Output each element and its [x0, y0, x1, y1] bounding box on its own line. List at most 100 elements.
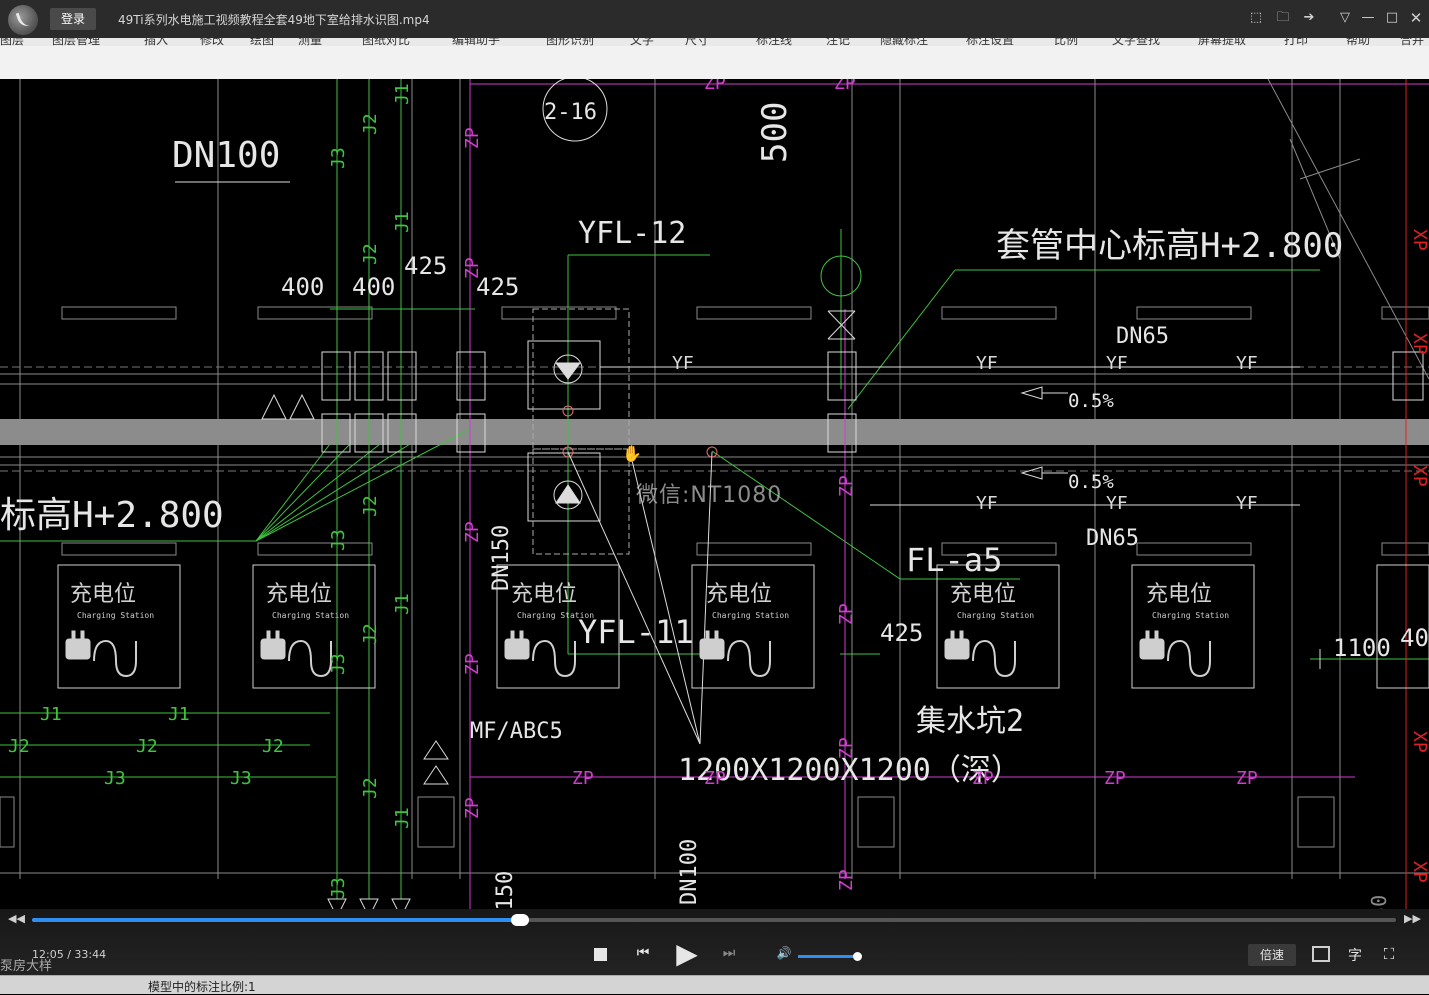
yfl-12-label: YFL-12 — [578, 216, 686, 251]
cad-menu-item[interactable]: 文字查找 — [1112, 38, 1160, 46]
cad-menu-item[interactable]: 帮助 — [1346, 38, 1370, 46]
pipe-code-j1: J1 — [168, 704, 190, 725]
pipe-code-xp: XP — [1409, 731, 1429, 753]
pipe-code-yf: YF — [1236, 353, 1258, 374]
cad-menu-item[interactable]: 修改 — [200, 38, 224, 46]
pipe-code-zp: ZP — [834, 79, 856, 94]
cad-drawing-canvas[interactable]: 充电位 Charging Station 充电位 Charging Statio… — [0, 79, 1429, 909]
dim-40-label: 40 — [1400, 624, 1429, 652]
slope-label: 0.5% — [1068, 471, 1114, 493]
previous-icon[interactable]: ⏮ — [634, 945, 652, 963]
cad-menu-item[interactable]: 图纸对比 — [362, 38, 410, 46]
cad-menu-item[interactable]: 标注线 — [756, 38, 792, 46]
close-icon[interactable]: ✕ — [1407, 9, 1425, 27]
cad-menu-item[interactable]: 打印 — [1284, 38, 1308, 46]
charging-label: 充电位 — [70, 582, 136, 607]
fullscreen-small-icon[interactable]: ⬚ — [1247, 9, 1265, 27]
speed-button[interactable]: 倍速 — [1248, 944, 1296, 966]
cad-menu-item[interactable]: 注记 — [826, 38, 850, 46]
seek-back-icon[interactable]: ◀◀ — [8, 912, 25, 925]
cad-menu-item[interactable]: 尺寸 — [685, 38, 709, 46]
pipe-code-j1: J1 — [392, 211, 413, 233]
extinguisher-label: MF/ABC5 — [470, 719, 563, 744]
cad-menu-item[interactable]: 图形识别 — [546, 38, 594, 46]
pipe-code-zp: ZP — [462, 653, 483, 675]
pin-icon[interactable]: ➔ — [1300, 9, 1318, 27]
cad-menu-item[interactable]: 绘图 — [250, 38, 274, 46]
elevation-label: 标高H+2.800 — [0, 495, 224, 536]
cad-menu-item[interactable]: 编辑助手 — [452, 38, 500, 46]
cad-menu-item[interactable]: 合并 — [1400, 38, 1424, 46]
pipe-code-zp: ZP — [462, 797, 483, 819]
cad-layout-tab[interactable]: 泵房大样 — [0, 955, 52, 974]
dim-150-label: 150 — [1367, 895, 1391, 909]
next-icon[interactable]: ⏭ — [720, 945, 738, 963]
seek-bar-progress — [32, 918, 521, 922]
dn65-label: DN65 — [1116, 324, 1169, 349]
pipe-code-j3: J3 — [328, 653, 349, 675]
charging-sub-label: Charging Station — [272, 611, 349, 620]
mini-player-icon[interactable] — [1312, 946, 1330, 962]
charging-label: 充电位 — [706, 582, 772, 607]
menu-down-icon[interactable]: ▽ — [1336, 9, 1354, 27]
seek-bar[interactable] — [32, 914, 1396, 926]
cad-menu-item[interactable]: 测量 — [298, 38, 322, 46]
pipe-code-zp: ZP — [972, 768, 994, 789]
pipe-code-j1: J1 — [392, 83, 413, 105]
player-controls: ◀◀ ▶▶ 12:05 / 33:44 ⏮ ▶ ⏭ 🔊 倍速 字 ⛶ — [0, 909, 1429, 975]
title-bar: 登录 49Ti系列水电施工视频教程全套49地下室给排水识图.mp4 ⬚ 🗀 ➔ … — [0, 0, 1429, 39]
pipe-code-yf: YF — [976, 493, 998, 514]
pipe-code-xp: XP — [1409, 333, 1429, 355]
login-button[interactable]: 登录 — [50, 8, 96, 30]
cad-menu-item[interactable]: 图层 — [0, 38, 24, 46]
pipe-code-zp: ZP — [462, 127, 483, 149]
cad-menu-item[interactable]: 插入 — [144, 38, 168, 46]
pipe-code-j3: J3 — [328, 529, 349, 551]
hand-cursor-icon: ✋ — [622, 444, 642, 463]
volume-icon[interactable]: 🔊 — [776, 946, 792, 962]
pipe-code-j2: J2 — [360, 495, 381, 517]
volume-thumb[interactable] — [852, 952, 862, 961]
seek-bar-thumb[interactable] — [511, 914, 530, 926]
dim-425-label: 425 — [880, 619, 923, 647]
cad-menu-item[interactable]: 图层管理 — [52, 38, 100, 46]
cad-menu-item[interactable]: 文字 — [630, 38, 654, 46]
pipe-code-zp: ZP — [836, 603, 857, 625]
pipe-code-j1: J1 — [392, 807, 413, 829]
pipe-code-j2: J2 — [262, 736, 284, 757]
volume-slider[interactable] — [798, 952, 862, 961]
minimize-icon[interactable]: — — [1359, 9, 1377, 27]
total-time: 33:44 — [74, 948, 107, 961]
charging-label: 充电位 — [950, 582, 1016, 607]
pipe-code-j3: J3 — [230, 768, 252, 789]
watermark-text: 微信:NT1080 — [636, 483, 783, 508]
pipe-code-yf: YF — [1106, 353, 1128, 374]
seek-forward-icon[interactable]: ▶▶ — [1404, 912, 1421, 925]
fullscreen-icon[interactable]: ⛶ — [1380, 945, 1398, 963]
pipe-code-j1: J1 — [40, 704, 62, 725]
subtitle-button[interactable]: 字 — [1346, 945, 1364, 964]
charging-sub-label: Charging Station — [1152, 611, 1229, 620]
cad-menu-item[interactable]: 隐藏标注 — [880, 38, 928, 46]
cad-menu-item[interactable]: 比例 — [1054, 38, 1078, 46]
charging-label: 充电位 — [511, 582, 577, 607]
pipe-code-j3: J3 — [328, 877, 349, 899]
dn150-label: DN150 — [493, 871, 518, 909]
pipe-code-zp: ZP — [836, 475, 857, 497]
charging-sub-label: Charging Station — [77, 611, 154, 620]
dn150-label: DN150 — [489, 525, 514, 591]
maximize-icon[interactable]: □ — [1383, 9, 1401, 27]
folder-icon[interactable]: 🗀 — [1274, 9, 1292, 27]
cad-menu-item[interactable]: 标注设置 — [966, 38, 1014, 46]
app-logo-icon[interactable] — [8, 5, 38, 35]
pipe-code-xp: XP — [1409, 465, 1429, 487]
pipe-code-zp: ZP — [836, 869, 857, 891]
stop-icon[interactable] — [594, 948, 607, 961]
cad-menu-item[interactable]: 屏幕提取 — [1198, 38, 1246, 46]
pipe-code-zp: ZP — [836, 737, 857, 759]
pipe-code-zp: ZP — [462, 257, 483, 279]
pipe-code-j2: J2 — [360, 623, 381, 645]
play-icon[interactable]: ▶ — [672, 939, 702, 969]
dim-500-label: 500 — [755, 102, 795, 163]
video-title: 49Ti系列水电施工视频教程全套49地下室给排水识图.mp4 — [118, 13, 430, 27]
